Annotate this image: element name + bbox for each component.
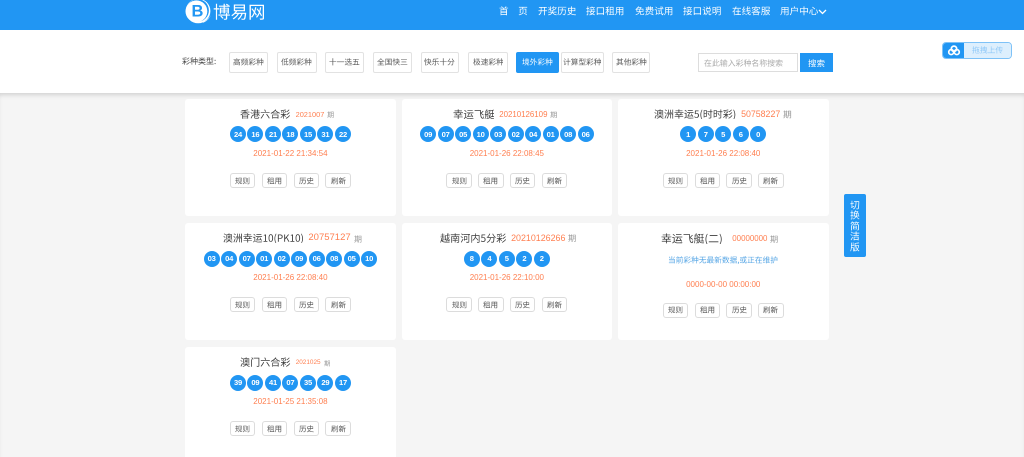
svg-text:B: B bbox=[191, 3, 203, 21]
